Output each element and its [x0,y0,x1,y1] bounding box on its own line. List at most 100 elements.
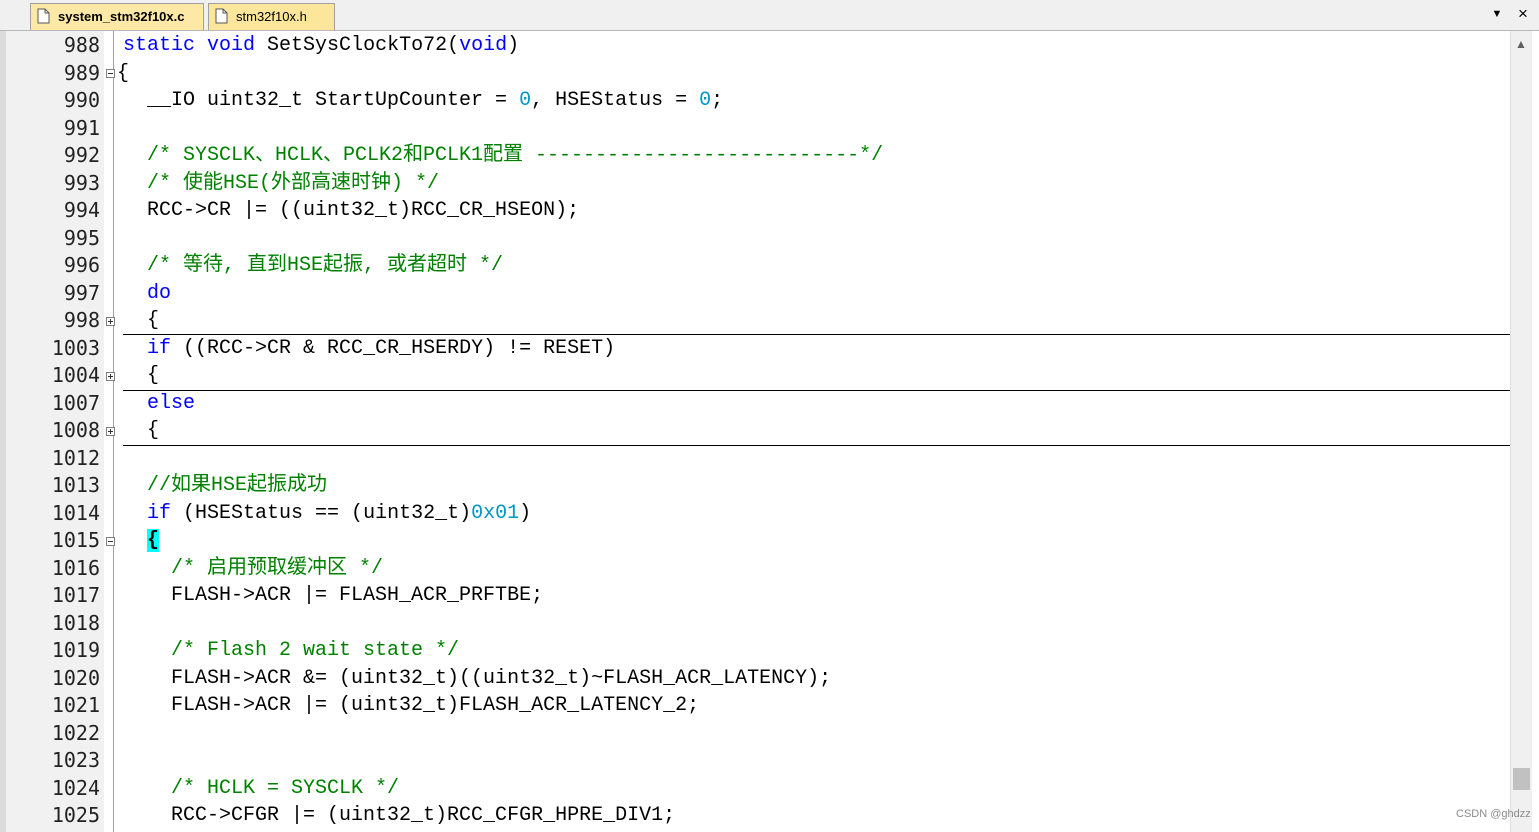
comment[interactable]: /* 等待, 直到HSE起振, 或者超时 */ [123,252,503,280]
line-number: 993 [63,170,100,195]
number-literal: 0x01 [471,501,520,525]
number-literal: 0 [519,89,532,112]
code-text[interactable]: { [123,307,159,335]
line-number: 1008 [51,418,100,442]
line-number: 994 [63,198,100,222]
code-line: 1003 if ((RCC->CR & RCC_CR_HSERDY) != RE… [0,335,1510,363]
code-text[interactable]: FLASH->ACR &= (uint32_t)((uint32_t)~FLAS… [123,665,831,693]
comment[interactable]: /* SYSCLK、HCLK、PCLK2和PCLK1配置 -----------… [123,142,883,170]
tab-label: system_stm32f10x.c [58,9,185,24]
code-line: 993 /* 使能HSE(外部高速时钟) */ [0,170,1510,198]
code-line: 1017 FLASH->ACR |= FLASH_ACR_PRFTBE; [0,582,1510,610]
code-text[interactable]: FLASH->ACR |= FLASH_ACR_PRFTBE; [123,582,543,610]
code-segment: ; [711,89,724,112]
code-line: 1025 RCC->CFGR |= (uint32_t)RCC_CFGR_HPR… [0,802,1510,830]
file-icon [37,8,50,24]
line-number: 1013 [51,473,100,497]
line-number: 1015 [51,528,100,552]
code-line: 992 /* SYSCLK、HCLK、PCLK2和PCLK1配置 -------… [0,142,1510,170]
code-text[interactable]: __IO uint32_t StartUpCounter = 0, HSESta… [123,87,723,115]
line-number: 997 [63,280,100,305]
comment[interactable]: /* HCLK = SYSCLK */ [123,775,399,803]
code-segment: ) [519,501,532,525]
line-number: 1020 [51,665,100,690]
fold-expand-icon[interactable] [106,372,115,381]
code-line: 1024 /* HCLK = SYSCLK */ [0,775,1510,803]
code-text[interactable]: RCC->CFGR |= (uint32_t)RCC_CFGR_HPRE_DIV… [123,802,675,830]
line-number: 1021 [51,693,100,717]
line-number: 1023 [51,748,100,772]
line-number: 1025 [51,803,100,827]
line-number: 1004 [51,363,100,387]
line-number: 1014 [51,500,100,525]
code-text[interactable]: { [117,60,129,88]
code-line: 988 static void SetSysClockTo72(void) [0,32,1510,60]
code-line: 1015 { [0,527,1510,555]
line-number: 992 [63,143,100,167]
keyword: void [459,34,508,57]
code-text[interactable]: if ((RCC->CR & RCC_CR_HSERDY) != RESET) [123,335,615,363]
keyword: if [147,336,172,360]
code-line: 998 { [0,307,1510,335]
tab-bar: system_stm32f10x.c stm32f10x.h ▼ × [0,0,1539,31]
watermark: CSDN @ghdzz [1456,808,1531,820]
tab-system-stm32f10x-c[interactable]: system_stm32f10x.c [30,3,204,30]
comment[interactable]: //如果HSE起振成功 [123,472,327,500]
code-text[interactable]: do [123,280,171,308]
vertical-scrollbar[interactable] [1510,31,1532,832]
code-text[interactable]: static void SetSysClockTo72(void) [123,32,519,60]
tab-list-dropdown-icon[interactable]: ▼ [1490,7,1504,21]
keyword: void [207,34,256,57]
code-line: 1016 /* 启用预取缓冲区 */ [0,555,1510,583]
scroll-up-icon[interactable]: ▲ [1510,36,1532,52]
line-number: 1012 [51,445,100,470]
code-line: 1007 else [0,390,1510,418]
code-segment: , HSEStatus = [531,89,700,112]
editor-right-edge [1532,31,1539,832]
code-line: 1021 FLASH->ACR |= (uint32_t)FLASH_ACR_L… [0,692,1510,720]
code-text[interactable]: { [123,527,160,555]
line-number: 998 [63,308,100,332]
code-text[interactable]: { [123,362,159,390]
fold-expand-icon[interactable] [106,317,115,326]
line-number: 1024 [51,775,100,800]
fold-collapse-icon[interactable] [106,537,115,546]
code-text[interactable]: else [123,390,195,418]
code-segment: SetSysClockTo72( [255,34,460,57]
comment[interactable]: /* 使能HSE(外部高速时钟) */ [123,170,439,198]
code-line: 995 [0,225,1510,253]
code-text[interactable]: RCC->CR |= ((uint32_t)RCC_CR_HSEON); [123,197,579,225]
scrollbar-thumb[interactable] [1513,768,1530,790]
code-text[interactable]: { [123,417,159,445]
close-tab-icon[interactable]: × [1514,5,1532,23]
fold-collapse-icon[interactable] [106,68,115,78]
line-number: 995 [63,225,100,250]
tab-label: stm32f10x.h [236,9,307,24]
comment[interactable]: /* 启用预取缓冲区 */ [123,555,383,583]
comment[interactable]: /* Flash 2 wait state */ [123,637,459,665]
keyword: if [147,501,172,525]
code-segment: __IO uint32_t StartUpCounter = [123,89,520,112]
line-number: 1018 [51,610,100,635]
code-line: 1013 //如果HSE起振成功 [0,472,1510,500]
code-line: 1023 [0,747,1510,775]
code-line: 996 /* 等待, 直到HSE起振, 或者超时 */ [0,252,1510,280]
code-text[interactable]: FLASH->ACR |= (uint32_t)FLASH_ACR_LATENC… [123,692,699,720]
code-text[interactable]: if (HSEStatus == (uint32_t)0x01) [123,500,531,528]
line-number: 1019 [51,638,100,662]
keyword: do [147,281,172,305]
keyword: else [147,391,196,415]
line-number: 989 [63,60,100,85]
keyword: static [123,34,196,57]
line-number: 991 [63,115,100,140]
code-segment: ) [507,34,520,57]
fold-expand-icon[interactable] [106,427,115,436]
tab-stm32f10x-h[interactable]: stm32f10x.h [208,3,335,30]
code-line: 990 __IO uint32_t StartUpCounter = 0, HS… [0,87,1510,115]
code-line: 1020 FLASH->ACR &= (uint32_t)((uint32_t)… [0,665,1510,693]
code-line: 997 do [0,280,1510,308]
